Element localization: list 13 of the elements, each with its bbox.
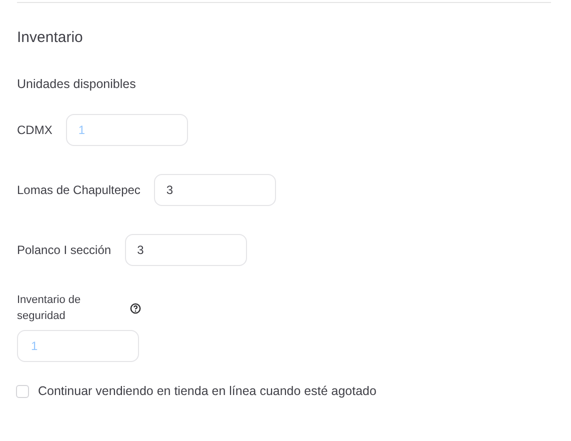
section-subtitle: Unidades disponibles <box>17 76 137 92</box>
input-field[interactable]: 1 <box>17 330 139 362</box>
section-title: Inventario <box>17 28 84 48</box>
help-icon[interactable] <box>130 302 141 314</box>
field-label: Inventario de seguridad <box>17 293 82 324</box>
input-field[interactable]: 1 <box>66 114 188 146</box>
field-label: Lomas de Chapultepec <box>17 182 140 198</box>
field-label: CDMX <box>17 122 52 138</box>
field-label: Polanco I sección <box>17 242 112 258</box>
input-field[interactable]: 3 <box>125 234 248 266</box>
input-field[interactable]: 3 <box>154 174 276 206</box>
checkbox[interactable] <box>16 384 29 398</box>
checkbox-label: Continuar vendiendo en tienda en línea cuando esté agotado <box>38 383 376 399</box>
